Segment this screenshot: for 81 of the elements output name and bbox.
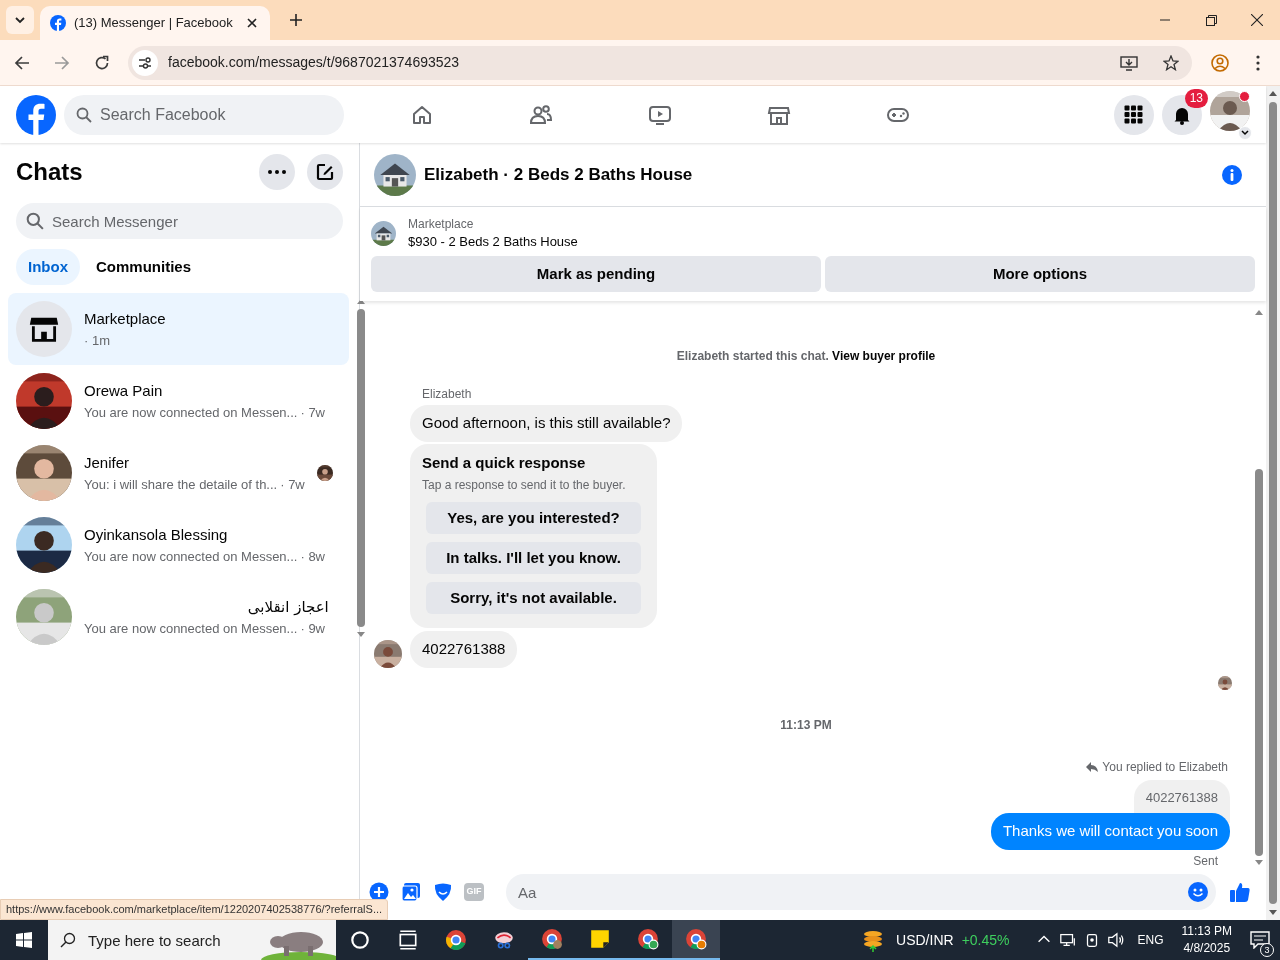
ticker-label: USD/INR	[896, 930, 954, 950]
language-indicator[interactable]: ENG	[1137, 931, 1164, 949]
facebook-icon	[50, 15, 66, 31]
message-bubble: Good afternoon, is this still available?	[410, 405, 683, 442]
listing-label: Marketplace	[408, 216, 475, 233]
address-bar[interactable]: facebook.com/messages/t/9687021374693523	[128, 45, 1192, 80]
message-status: Sent	[1193, 852, 1218, 870]
contact-name: اعجاز انقلابی	[247, 597, 329, 618]
contact-name: Orewa Pain	[84, 381, 164, 401]
site-settings-icon[interactable]	[132, 49, 158, 76]
system-message: Elizabeth started this chat. View buyer profile	[676, 348, 936, 365]
facebook-logo-icon[interactable]	[16, 94, 56, 135]
search-icon	[26, 212, 44, 230]
image-icon[interactable]	[400, 882, 422, 902]
status-url-tooltip: https://www.facebook.com/marketplace/item/1220207402538776/?referralS...	[0, 899, 389, 920]
sticker-icon[interactable]	[432, 882, 454, 902]
browser-tab[interactable]: (13) Messenger | Facebook	[40, 6, 270, 40]
message-time: · 7w	[300, 403, 325, 422]
more-icon[interactable]	[259, 154, 295, 190]
chat-tab[interactable]: Communities	[84, 249, 203, 285]
action-button[interactable]: Mark as pending	[371, 256, 821, 292]
quick-reply-button[interactable]: Yes, are you interested?	[426, 502, 641, 534]
clock-date: 4/8/2025	[1183, 940, 1231, 957]
listing-title[interactable]: $930 - 2 Beds 2 Baths House	[408, 233, 578, 251]
search-field[interactable]: Search Messenger	[16, 203, 343, 239]
reply-icon	[1086, 760, 1099, 773]
notification-count: 3	[1260, 943, 1274, 957]
search-icon	[76, 106, 92, 123]
message-preview: You are now connected on Messen...	[84, 403, 298, 422]
search-icon	[60, 932, 76, 948]
scrollbar-thumb[interactable]	[356, 309, 365, 627]
message-bubble: 4022761388	[410, 631, 518, 668]
chrome-icon[interactable]	[672, 920, 720, 960]
conversation-item[interactable]: Jenifer You: i will share the detaile of th... · 7w	[8, 437, 349, 509]
scrollbar-thumb[interactable]	[1269, 102, 1277, 904]
card-title: Send a quick response	[422, 452, 587, 473]
clock-time: 11:13 PM	[1181, 923, 1232, 940]
apps-grid-icon[interactable]	[1114, 94, 1154, 135]
contact-name: Jenifer	[84, 453, 131, 473]
quick-reply-button[interactable]: In talks. I'll let you know.	[426, 542, 641, 574]
tab-search-button[interactable]	[6, 6, 34, 34]
notifications-icon[interactable]	[1250, 931, 1270, 949]
chat-tab[interactable]: Inbox	[16, 249, 80, 285]
view-profile-link[interactable]: View buyer profile	[832, 349, 936, 363]
message-preview: You are now connected on Messen...	[84, 619, 298, 638]
action-button[interactable]: More options	[825, 256, 1255, 292]
emoji-icon[interactable]	[1188, 882, 1208, 902]
scrollbar-thumb[interactable]	[1255, 469, 1263, 856]
reply-note: You replied to Elizabeth	[1102, 758, 1228, 776]
timestamp: 11:13 PM	[780, 716, 832, 734]
message-bubble: Thanks we will contact you soon	[990, 813, 1230, 850]
chevron-down-icon[interactable]	[1238, 126, 1252, 140]
quick-reply-button[interactable]: Sorry, it's not available.	[426, 582, 641, 614]
scroll-up-icon[interactable]	[356, 298, 365, 304]
message-preview: You are now connected on Messen...	[84, 547, 298, 566]
message-time: · 1m	[84, 331, 110, 350]
notifications-icon[interactable]	[1162, 94, 1202, 135]
message-field[interactable]: Aa	[506, 874, 1216, 910]
tab-title: (13) Messenger | Facebook	[74, 14, 234, 33]
chevron-down-icon[interactable]	[14, 14, 26, 26]
card-subtitle: Tap a response to send it to the buyer.	[422, 477, 627, 494]
conversation-title: Elizabeth · 2 Beds 2 Baths House	[424, 163, 694, 186]
ticker-change: +0.45%	[961, 930, 1010, 950]
notification-badge: 13	[1184, 88, 1208, 108]
conversation-item[interactable]: Marketplace · 1m	[8, 293, 349, 365]
search-field[interactable]: Search Facebook	[64, 94, 344, 135]
store-icon	[16, 301, 72, 357]
contact-name: Oyinkansola Blessing	[84, 525, 229, 545]
scroll-down-icon[interactable]	[356, 632, 365, 638]
compose-icon[interactable]	[307, 154, 343, 190]
conversation-item[interactable]: Oyinkansola Blessing You are now connected on Messen... · 8w	[8, 509, 349, 581]
contact-name: Marketplace	[84, 309, 167, 329]
chats-title: Chats	[16, 157, 84, 187]
conversation-item[interactable]: Orewa Pain You are now connected on Messen... · 7w	[8, 365, 349, 437]
taskbar-search[interactable]: Type here to search	[48, 920, 256, 960]
message-preview: You: i will share the detaile of th...	[84, 475, 278, 494]
url-text: facebook.com/messages/t/9687021374693523	[168, 53, 461, 72]
sender-name: Elizabeth	[422, 386, 473, 403]
message-time: · 7w	[280, 475, 305, 494]
message-time: · 9w	[300, 619, 325, 638]
message-time: · 8w	[300, 547, 325, 566]
